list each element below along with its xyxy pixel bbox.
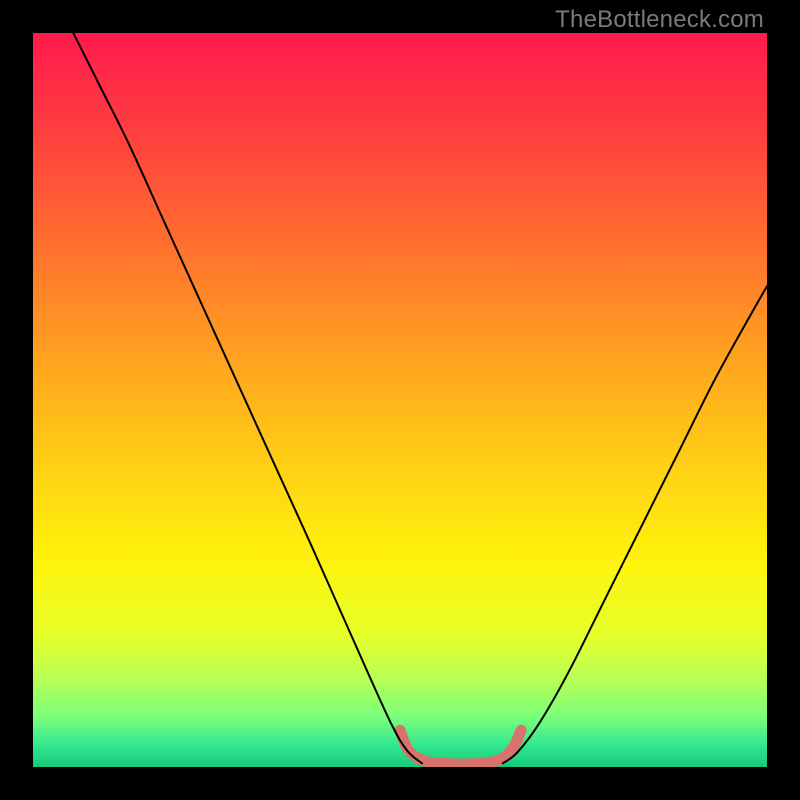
chart-frame: TheBottleneck.com [0,0,800,800]
chart-plot-area [33,33,767,767]
chart-background [33,33,767,767]
watermark-text: TheBottleneck.com [555,6,764,34]
chart-svg [33,33,767,767]
